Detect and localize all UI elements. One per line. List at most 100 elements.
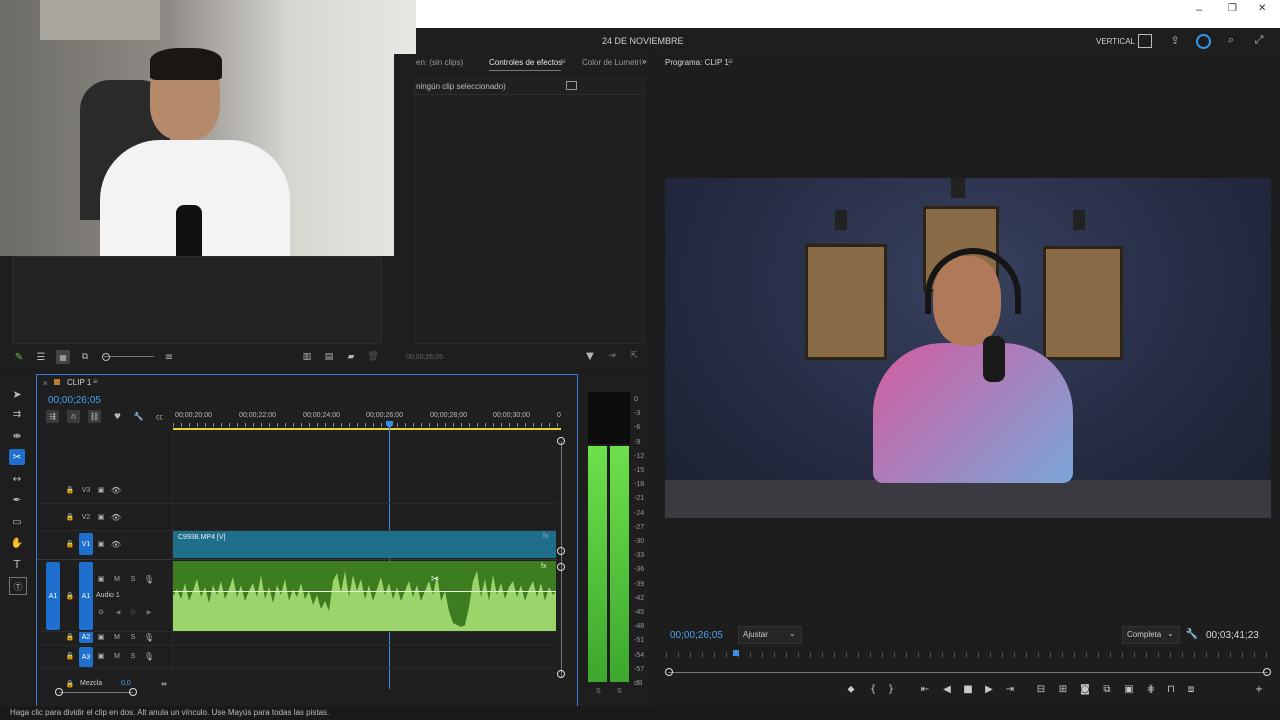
- filter-icon[interactable]: ▼: [584, 350, 596, 362]
- trash-icon[interactable]: 🗑: [366, 350, 380, 364]
- mark-out-icon[interactable]: }: [884, 682, 898, 696]
- marker-icon[interactable]: ⬥: [844, 682, 858, 696]
- microphone-icon[interactable]: 🎙: [144, 632, 154, 642]
- nav-icon[interactable]: ⇥: [606, 350, 618, 362]
- type-tool-icon[interactable]: T: [9, 556, 25, 572]
- icon-view-icon[interactable]: ▦: [56, 350, 70, 364]
- scroll-handle[interactable]: [557, 670, 565, 678]
- caption-tool-icon[interactable]: Ⓣ: [9, 577, 27, 595]
- stop-icon[interactable]: ■: [961, 682, 975, 696]
- tab-lumetri[interactable]: Color de Lumetri: [582, 58, 641, 67]
- panel-toggle-icon[interactable]: [566, 81, 577, 90]
- track-label-v3[interactable]: V3: [79, 484, 93, 496]
- camera-icon[interactable]: ◙: [1078, 682, 1092, 696]
- mute-button-a2[interactable]: M: [112, 632, 122, 642]
- snap-icon[interactable]: ∩: [67, 410, 80, 423]
- source-patch-a1[interactable]: A1: [46, 562, 60, 630]
- program-playhead[interactable]: [733, 650, 739, 656]
- lock-icon[interactable]: 🔒: [65, 679, 75, 689]
- track-label-a3[interactable]: A3: [79, 647, 93, 667]
- settings-wrench-icon[interactable]: 🔧: [132, 410, 145, 423]
- step-forward-icon[interactable]: ▶: [982, 682, 996, 696]
- captions-icon[interactable]: ㏄: [153, 410, 166, 423]
- freeform-view-icon[interactable]: ⧉: [78, 350, 92, 364]
- step-back-icon[interactable]: ◀: [940, 682, 954, 696]
- sync-lock-icon[interactable]: ▣: [96, 632, 106, 642]
- scroll-handle[interactable]: [557, 563, 565, 571]
- hand-tool-icon[interactable]: ✋: [9, 535, 25, 551]
- tab-source[interactable]: en: (sin clips): [416, 58, 463, 67]
- lock-icon[interactable]: 🔒: [65, 485, 75, 495]
- go-to-out-icon[interactable]: ⇥: [1003, 682, 1017, 696]
- sequence-name[interactable]: CLIP 1: [67, 378, 91, 387]
- scroll-handle[interactable]: [557, 437, 565, 445]
- sync-lock-icon[interactable]: ▣: [96, 485, 106, 495]
- workspace-label[interactable]: VERTICAL: [1096, 37, 1135, 46]
- eye-icon[interactable]: 👁: [111, 539, 121, 549]
- go-to-in-icon[interactable]: ⇤: [918, 682, 932, 696]
- linked-selection-icon[interactable]: ⛓: [88, 410, 101, 423]
- solo-button-a2[interactable]: S: [128, 632, 138, 642]
- mix-end-icon[interactable]: ⇹: [159, 679, 169, 689]
- track-label-v2[interactable]: V2: [79, 511, 93, 523]
- mark-in-icon[interactable]: {: [866, 682, 880, 696]
- work-area-bar[interactable]: [173, 428, 561, 430]
- rectangle-tool-icon[interactable]: ▭: [9, 514, 25, 530]
- scroll-handle-left[interactable]: [665, 668, 673, 676]
- program-current-time[interactable]: 00;00;26;05: [670, 630, 723, 641]
- lock-icon[interactable]: 🔒: [65, 591, 75, 601]
- timeline-horizontal-scrollbar[interactable]: [59, 692, 133, 693]
- razor-tool-icon[interactable]: ✂: [9, 449, 25, 465]
- scroll-handle-left[interactable]: [55, 688, 63, 696]
- panel-icon[interactable]: [1138, 34, 1152, 48]
- audio-clip[interactable]: fx: [173, 561, 556, 631]
- solo-button-a1[interactable]: S: [128, 574, 138, 584]
- microphone-icon[interactable]: 🎙: [144, 574, 154, 584]
- add-marker-icon[interactable]: ♥: [111, 410, 124, 423]
- track-label-v1[interactable]: V1: [79, 533, 93, 555]
- tab-effect-controls[interactable]: Controles de efectos: [489, 58, 562, 67]
- lock-icon[interactable]: 🔒: [65, 539, 75, 549]
- sync-lock-icon[interactable]: ▣: [96, 512, 106, 522]
- solo-left[interactable]: S: [596, 688, 601, 695]
- program-title[interactable]: Programa: CLIP 1: [665, 58, 729, 67]
- fit-dropdown[interactable]: Ajustar ⌄: [738, 626, 802, 644]
- tab-menu-icon[interactable]: ≡: [561, 57, 566, 66]
- vertical-scroll-track[interactable]: [561, 441, 562, 677]
- lock-icon[interactable]: 🔒: [65, 632, 75, 642]
- automate-icon[interactable]: ▥: [300, 350, 314, 364]
- next-keyframe-icon[interactable]: ▶: [144, 607, 154, 617]
- video-clip[interactable]: C9938.MP4 [V] fx: [173, 531, 556, 558]
- zoom-slider[interactable]: [104, 356, 154, 357]
- new-bin-icon[interactable]: ▰: [344, 350, 358, 364]
- solo-right[interactable]: S: [617, 688, 622, 695]
- zoom-slider-handle[interactable]: [102, 353, 110, 361]
- extract-icon[interactable]: ⊞: [1056, 682, 1070, 696]
- find-icon[interactable]: ▤: [322, 350, 336, 364]
- progress-icon[interactable]: [1196, 34, 1211, 49]
- program-scrollbar[interactable]: [668, 672, 1268, 673]
- selection-tool-icon[interactable]: ➤: [9, 386, 25, 402]
- sequence-menu-icon[interactable]: ≡: [93, 377, 98, 386]
- ripple-edit-icon[interactable]: ⇼: [9, 428, 25, 444]
- safe-margins-icon[interactable]: ▣: [1122, 682, 1136, 696]
- resolution-dropdown[interactable]: Completa ⌄: [1122, 626, 1180, 644]
- close-button[interactable]: ✕: [1258, 3, 1266, 14]
- program-ruler[interactable]: [666, 652, 1270, 658]
- lock-icon[interactable]: 🔒: [65, 651, 75, 661]
- mix-value[interactable]: 0,0: [121, 680, 131, 687]
- comparison-icon[interactable]: ⧉: [1100, 682, 1114, 696]
- program-menu-icon[interactable]: ≡: [728, 57, 733, 66]
- microphone-icon[interactable]: 🎙: [144, 651, 154, 661]
- vr-icon[interactable]: ⧈: [1184, 682, 1198, 696]
- eye-icon[interactable]: 👁: [111, 485, 121, 495]
- minimize-button[interactable]: –: [1196, 4, 1202, 16]
- fullscreen-icon[interactable]: ⤢: [1252, 33, 1266, 47]
- scroll-handle-right[interactable]: [129, 688, 137, 696]
- add-button-icon[interactable]: +: [1252, 682, 1266, 696]
- multicam-icon[interactable]: ⋕: [1144, 682, 1158, 696]
- track-label-a2[interactable]: A2: [79, 631, 93, 643]
- volume-knob-icon[interactable]: ⊙: [96, 607, 106, 617]
- wrench-icon[interactable]: 🔧: [1186, 628, 1198, 640]
- track-label-a1[interactable]: A1: [79, 562, 93, 630]
